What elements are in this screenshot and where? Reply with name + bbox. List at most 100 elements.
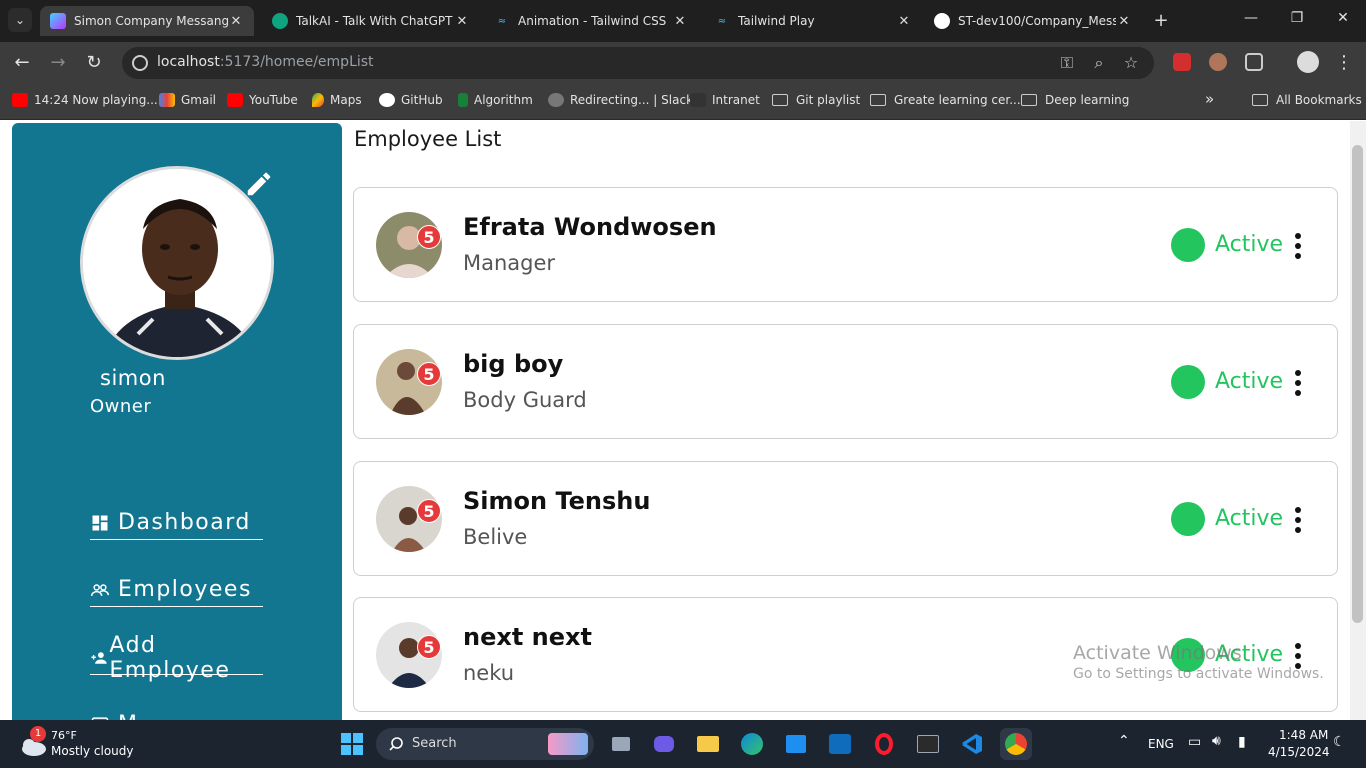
folder-icon bbox=[772, 94, 788, 106]
scrollbar-thumb[interactable] bbox=[1352, 145, 1363, 623]
tab-title: Tailwind Play bbox=[738, 14, 815, 28]
file-explorer-icon[interactable] bbox=[692, 728, 724, 760]
tab-simon-company-messanger[interactable]: Simon Company Messanger ✕ bbox=[40, 6, 254, 36]
zoom-icon[interactable]: ⌕ bbox=[1088, 53, 1110, 73]
close-tab-icon[interactable]: ✕ bbox=[454, 14, 470, 29]
vscode-icon[interactable] bbox=[956, 728, 988, 760]
bookmark-item[interactable]: Git playlist bbox=[772, 93, 860, 107]
edge-icon[interactable] bbox=[736, 728, 768, 760]
chrome-icon[interactable] bbox=[1000, 728, 1032, 760]
clock-time[interactable]: 1:48 AM bbox=[1279, 728, 1328, 742]
tab-title: Animation - Tailwind CSS bbox=[518, 14, 667, 28]
gmail-icon bbox=[159, 93, 175, 107]
bookmarks-overflow-button[interactable]: » bbox=[1205, 90, 1214, 108]
bookmark-item[interactable]: YouTube bbox=[227, 93, 298, 107]
extension-icon[interactable] bbox=[1173, 53, 1191, 71]
bookmark-item[interactable]: Gmail bbox=[159, 93, 216, 107]
status-indicator-icon bbox=[1171, 228, 1205, 262]
terminal-icon[interactable] bbox=[912, 728, 944, 760]
status-label: Active bbox=[1215, 369, 1284, 394]
back-icon[interactable]: ← bbox=[10, 52, 34, 74]
extensions-puzzle-icon[interactable] bbox=[1245, 53, 1263, 71]
battery-icon[interactable]: ▮ bbox=[1238, 734, 1246, 750]
minimize-icon[interactable]: — bbox=[1236, 10, 1266, 26]
nav-employees[interactable]: Employees bbox=[90, 573, 263, 607]
forward-icon[interactable]: → bbox=[46, 52, 70, 74]
bookmark-item[interactable]: Redirecting... | Slack bbox=[548, 93, 693, 107]
more-menu-icon[interactable]: ⋮ bbox=[1332, 52, 1356, 74]
employee-card[interactable]: 5 big boy Body Guard Active bbox=[353, 324, 1338, 439]
employees-icon bbox=[90, 583, 110, 596]
clock-date[interactable]: 4/15/2024 bbox=[1268, 745, 1330, 759]
vite-icon bbox=[50, 13, 66, 29]
bookmark-star-icon[interactable]: ☆ bbox=[1120, 53, 1142, 72]
bookmark-item[interactable]: Maps bbox=[312, 93, 362, 107]
nav-add-employee[interactable]: Add Employee bbox=[90, 633, 263, 683]
edit-pencil-icon[interactable] bbox=[244, 169, 274, 199]
tab-github-repo[interactable]: ST-dev100/Company_Messa ✕ bbox=[924, 6, 1142, 36]
bookmark-item[interactable]: Greate learning cer... bbox=[870, 93, 1021, 107]
windows-taskbar: 1 76°F Mostly cloudy Search ⌃ ENG ▭ 🔊︎ ▮… bbox=[0, 720, 1366, 768]
site-info-icon[interactable] bbox=[132, 55, 148, 71]
tab-search-button[interactable]: ⌄ bbox=[8, 8, 32, 32]
restore-icon[interactable]: ❐ bbox=[1282, 10, 1312, 26]
page-scrollbar[interactable] bbox=[1350, 121, 1366, 720]
bookmark-item[interactable]: GitHub bbox=[379, 93, 443, 107]
nav-label: Dashboard bbox=[118, 510, 251, 535]
bookmarks-bar: 14:24 Now playing... Gmail YouTube Maps … bbox=[0, 84, 1366, 120]
store-icon[interactable] bbox=[780, 728, 812, 760]
address-bar[interactable]: localhost:5173/homee/empList ⚿ ⌕ ☆ bbox=[122, 47, 1154, 79]
dashboard-icon bbox=[92, 515, 108, 530]
tab-tailwind-play[interactable]: ≈ Tailwind Play ✕ bbox=[704, 6, 922, 36]
employee-name: Simon Tenshu bbox=[463, 487, 651, 515]
bookmark-item[interactable]: 14:24 Now playing... bbox=[12, 93, 158, 107]
close-tab-icon[interactable]: ✕ bbox=[896, 14, 912, 29]
close-window-icon[interactable]: ✕ bbox=[1328, 10, 1358, 26]
close-tab-icon[interactable]: ✕ bbox=[672, 14, 688, 29]
new-tab-button[interactable]: + bbox=[1150, 10, 1172, 31]
tab-animation-tailwind[interactable]: ≈ Animation - Tailwind CSS ✕ bbox=[484, 6, 698, 36]
more-options-icon[interactable] bbox=[1290, 232, 1306, 260]
reload-icon[interactable]: ↻ bbox=[82, 52, 106, 74]
more-options-icon[interactable] bbox=[1290, 506, 1306, 534]
employee-role: Body Guard bbox=[463, 388, 587, 412]
employee-card[interactable]: 5 Simon Tenshu Belive Active bbox=[353, 461, 1338, 576]
url-text: localhost:5173/homee/empList bbox=[157, 54, 374, 70]
bookmark-item[interactable]: Intranet bbox=[690, 93, 760, 107]
windows-start-icon[interactable] bbox=[336, 728, 368, 760]
display-icon[interactable]: ▭ bbox=[1188, 734, 1201, 750]
language-indicator[interactable]: ENG bbox=[1148, 737, 1174, 751]
notifications-icon[interactable]: ☾ bbox=[1333, 734, 1346, 750]
extension-icon[interactable] bbox=[1209, 53, 1227, 71]
opera-icon[interactable] bbox=[868, 728, 900, 760]
profile-avatar[interactable] bbox=[1297, 51, 1319, 73]
employee-name: Efrata Wondwosen bbox=[463, 213, 717, 241]
key-icon[interactable]: ⚿ bbox=[1056, 53, 1078, 73]
status-indicator-icon bbox=[1171, 502, 1205, 536]
task-view-icon[interactable] bbox=[605, 728, 637, 760]
show-hidden-icons-button[interactable]: ⌃ bbox=[1118, 733, 1130, 749]
notification-badge: 5 bbox=[417, 362, 441, 386]
bookmark-item[interactable]: Deep learning bbox=[1021, 93, 1129, 107]
bookmark-item[interactable]: Algorithm bbox=[458, 93, 533, 107]
more-options-icon[interactable] bbox=[1290, 369, 1306, 397]
weather-widget[interactable]: 1 76°F Mostly cloudy bbox=[16, 726, 156, 762]
weather-badge: 1 bbox=[30, 726, 46, 742]
meet-icon[interactable] bbox=[648, 728, 680, 760]
outlook-icon[interactable] bbox=[824, 728, 856, 760]
watermark-subtitle: Go to Settings to activate Windows. bbox=[1073, 666, 1324, 682]
nav-dashboard[interactable]: Dashboard bbox=[90, 506, 263, 540]
employee-role: Manager bbox=[463, 251, 556, 275]
all-bookmarks-button[interactable]: All Bookmarks bbox=[1252, 93, 1362, 107]
youtube-icon bbox=[227, 93, 243, 107]
employee-card[interactable]: 5 Efrata Wondwosen Manager Active bbox=[353, 187, 1338, 302]
volume-icon[interactable]: 🔊︎ bbox=[1212, 733, 1221, 749]
intranet-icon bbox=[690, 93, 706, 107]
close-tab-icon[interactable]: ✕ bbox=[228, 14, 244, 29]
nav-label: Employees bbox=[118, 577, 252, 602]
nav-messages[interactable]: M bbox=[90, 707, 263, 720]
taskbar-search[interactable]: Search bbox=[376, 728, 594, 760]
add-user-icon bbox=[91, 651, 107, 664]
close-tab-icon[interactable]: ✕ bbox=[1116, 14, 1132, 29]
tab-talkai[interactable]: TalkAI - Talk With ChatGPT ✕ bbox=[262, 6, 480, 36]
